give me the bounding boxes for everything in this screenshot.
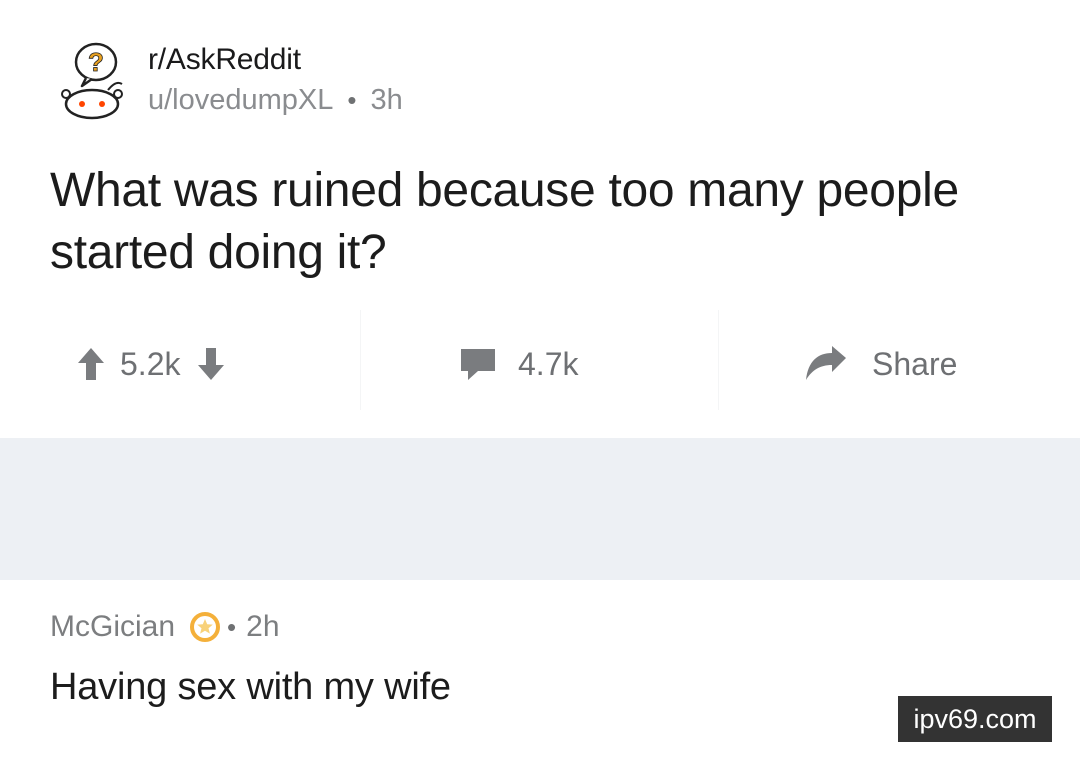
comment-bubble-icon bbox=[461, 349, 495, 380]
vote-count: 5.2k bbox=[120, 345, 181, 382]
comment-author[interactable]: McGician bbox=[50, 610, 175, 644]
comments-button[interactable]: 4.7k bbox=[458, 320, 578, 408]
post-meta: r/AskReddit u/lovedumpXL • 3h bbox=[148, 38, 403, 120]
post-actions: 5.2k 4.7k Share bbox=[0, 320, 1080, 408]
subreddit-link[interactable]: r/AskReddit bbox=[148, 42, 403, 78]
share-label: Share bbox=[872, 345, 958, 382]
separator-dot: • bbox=[227, 611, 237, 642]
watermark: ipv69.com bbox=[898, 696, 1052, 742]
comment-count: 4.7k bbox=[518, 345, 579, 382]
post-card: ? r/AskReddit u/lovedumpXL • 3h What was… bbox=[0, 0, 1080, 438]
comment-meta: McGician • 2h bbox=[50, 610, 280, 644]
post-title[interactable]: What was ruined because too many people … bbox=[50, 160, 1030, 284]
share-arrow-icon bbox=[806, 346, 846, 380]
svg-text:?: ? bbox=[88, 47, 104, 77]
vote-group: 5.2k bbox=[76, 320, 226, 408]
award-icon bbox=[189, 611, 221, 643]
post-age: 3h bbox=[370, 84, 403, 116]
post-byline: u/lovedumpXL • 3h bbox=[148, 80, 403, 120]
comment-age: 2h bbox=[246, 610, 280, 643]
post-header: ? r/AskReddit u/lovedumpXL • 3h bbox=[52, 38, 403, 122]
section-divider-band bbox=[0, 438, 1080, 580]
share-button[interactable]: Share bbox=[802, 320, 957, 408]
arrow-down-icon[interactable] bbox=[196, 346, 226, 382]
question-alien-icon[interactable]: ? bbox=[52, 38, 136, 122]
comment-body: Having sex with my wife bbox=[50, 666, 451, 708]
separator-dot: • bbox=[347, 85, 357, 115]
author-link[interactable]: u/lovedumpXL bbox=[148, 80, 333, 120]
arrow-up-icon[interactable] bbox=[76, 346, 106, 382]
